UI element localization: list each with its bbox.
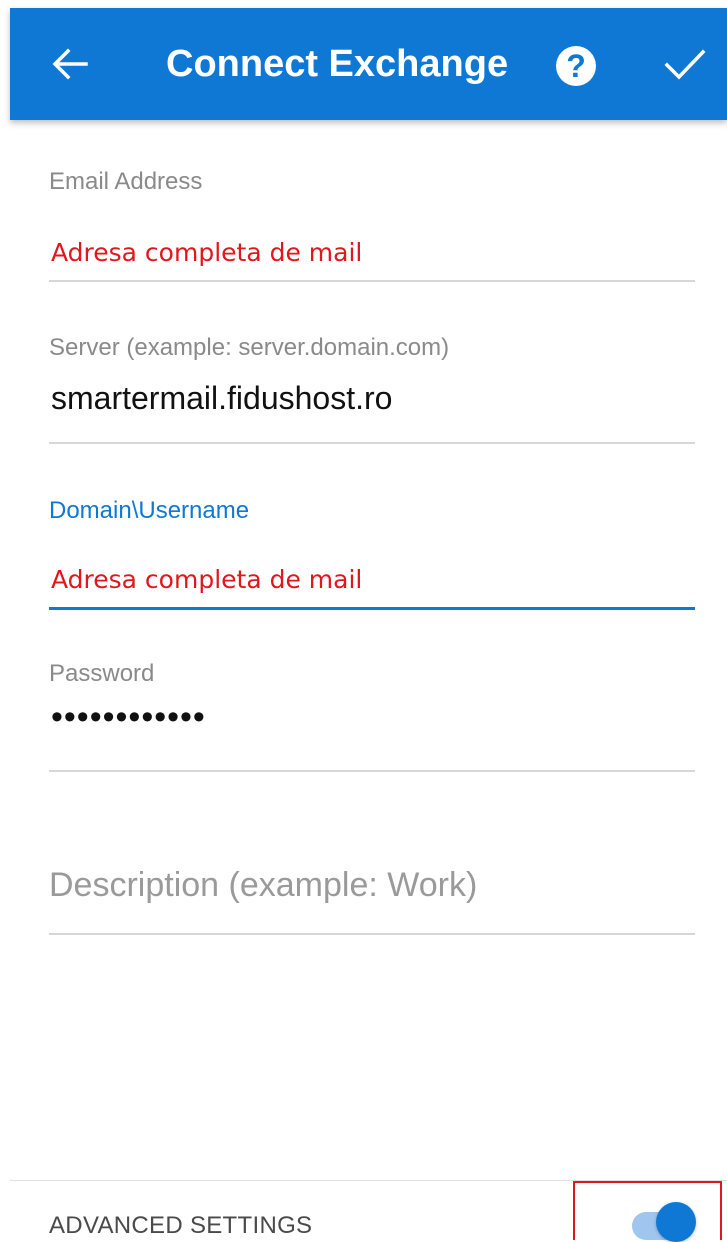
help-button[interactable]: ? [556, 46, 596, 86]
status-strip [0, 0, 727, 8]
help-circle-icon: ? [566, 48, 586, 84]
password-underline [49, 770, 695, 772]
server-underline [49, 442, 695, 444]
back-button[interactable] [44, 38, 96, 90]
email-annotation: Adresa completa de mail [51, 238, 363, 267]
email-field[interactable]: Email Address Adresa completa de mail [49, 168, 695, 288]
server-value: smartermail.fidushost.ro [51, 380, 393, 416]
arrow-left-icon [52, 48, 88, 80]
toggle-knob[interactable] [656, 1202, 696, 1242]
check-icon [664, 49, 706, 80]
app-bar: Connect Exchange ? [10, 8, 727, 120]
confirm-button[interactable] [658, 38, 710, 90]
description-field[interactable]: Description (example: Work) [49, 866, 695, 946]
description-placeholder: Description (example: Work) [49, 866, 478, 904]
password-value: •••••••••••• [51, 698, 206, 736]
email-underline [49, 280, 695, 282]
email-label: Email Address [49, 168, 203, 195]
username-field[interactable]: Domain\Username Adresa completa de mail [49, 497, 695, 617]
description-underline [49, 933, 695, 935]
username-annotation: Adresa completa de mail [51, 565, 363, 594]
server-field[interactable]: Server (example: server.domain.com) smar… [49, 334, 695, 454]
password-label: Password [49, 660, 155, 687]
username-underline [49, 607, 695, 610]
advanced-settings-label: ADVANCED SETTINGS [49, 1212, 313, 1239]
server-label: Server (example: server.domain.com) [49, 334, 450, 361]
password-field[interactable]: Password •••••••••••• [49, 660, 695, 780]
page-title: Connect Exchange [166, 43, 509, 85]
username-label: Domain\Username [49, 497, 250, 524]
